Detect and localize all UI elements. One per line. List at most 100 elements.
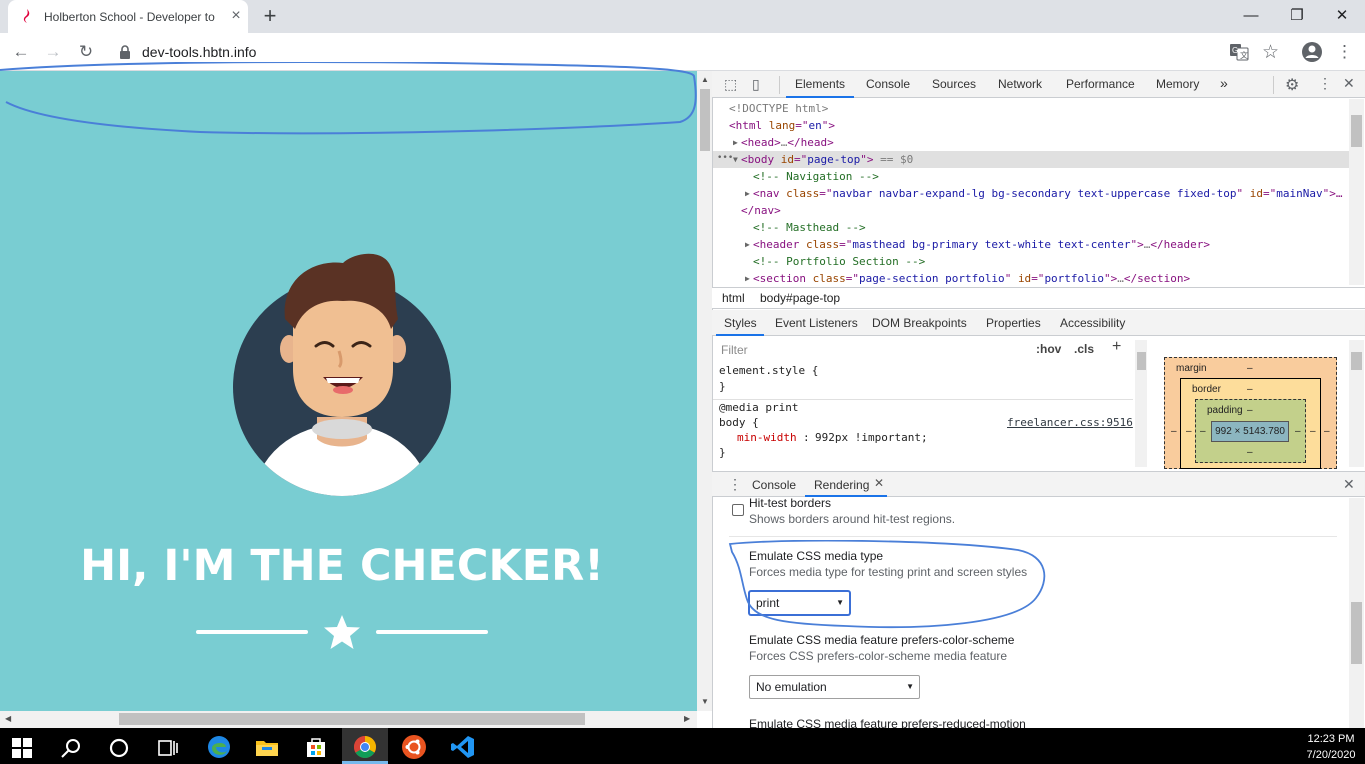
- expand-triangle-icon[interactable]: ▶: [733, 138, 738, 147]
- breadcrumb-body[interactable]: body#page-top: [760, 291, 840, 305]
- close-devtools-icon[interactable]: ✕: [1343, 75, 1355, 92]
- bookmark-star-icon[interactable]: ☆: [1262, 41, 1279, 64]
- restore-icon[interactable]: ❐: [1274, 0, 1320, 33]
- reload-icon[interactable]: ↻: [74, 40, 98, 64]
- file-explorer-icon[interactable]: [254, 734, 280, 760]
- tree-line-html[interactable]: <html lang="en">: [713, 117, 1349, 134]
- tab-console[interactable]: Console: [866, 77, 910, 91]
- padding-bottom-value[interactable]: –: [1247, 447, 1253, 458]
- cls-toggle[interactable]: .cls: [1074, 342, 1094, 356]
- microsoft-store-icon[interactable]: [303, 734, 329, 760]
- tree-line-nav-close[interactable]: </nav>: [713, 202, 1349, 219]
- lock-icon[interactable]: [119, 45, 131, 59]
- window-close-icon[interactable]: ✕: [1319, 0, 1365, 33]
- more-tabs-icon[interactable]: »: [1220, 75, 1228, 91]
- tree-line-body-selected[interactable]: <body id="page-top"> == $0: [713, 151, 1349, 168]
- chrome-icon[interactable]: [352, 734, 378, 760]
- styles-filter-input[interactable]: [717, 340, 1024, 360]
- new-tab-icon[interactable]: +: [258, 4, 282, 28]
- margin-right-value[interactable]: –: [1324, 426, 1330, 437]
- minimize-icon[interactable]: —: [1228, 0, 1274, 33]
- drawer-tab-rendering[interactable]: Rendering: [814, 478, 869, 492]
- tab-sources[interactable]: Sources: [932, 77, 976, 91]
- ellipsis-icon[interactable]: •••: [717, 153, 733, 163]
- cortana-icon[interactable]: [108, 737, 130, 759]
- ubuntu-icon[interactable]: [401, 734, 427, 760]
- rendering-scroll-thumb[interactable]: [1351, 602, 1362, 664]
- edge-browser-icon[interactable]: [206, 734, 232, 760]
- tree-line-section[interactable]: <section class="page-section portfolio" …: [713, 270, 1349, 285]
- new-style-rule-button[interactable]: +: [1112, 338, 1121, 356]
- device-toolbar-icon[interactable]: ▯: [752, 76, 760, 93]
- padding-right-value[interactable]: –: [1295, 426, 1301, 437]
- tab-styles[interactable]: Styles: [724, 316, 757, 330]
- back-arrow-icon[interactable]: ←: [9, 40, 33, 64]
- margin-top-value[interactable]: –: [1247, 363, 1253, 374]
- page-horizontal-scroll-thumb[interactable]: [119, 713, 585, 725]
- tab-close-icon[interactable]: ×: [228, 8, 244, 24]
- task-view-icon[interactable]: [157, 737, 179, 759]
- forward-arrow-icon[interactable]: →: [41, 40, 65, 64]
- taskbar-clock-date[interactable]: 7/20/2020: [1300, 749, 1362, 761]
- tab-dom-breakpoints[interactable]: DOM Breakpoints: [872, 316, 967, 330]
- element-style-selector[interactable]: element.style {: [719, 364, 818, 378]
- padding-left-value[interactable]: –: [1200, 426, 1206, 437]
- tree-line-doctype[interactable]: <!DOCTYPE html>: [713, 100, 1349, 117]
- scroll-right-icon[interactable]: ▶: [684, 714, 690, 723]
- tree-line-header[interactable]: <header class="masthead bg-primary text-…: [713, 236, 1349, 253]
- tab-elements[interactable]: Elements: [795, 77, 845, 91]
- css-property-value[interactable]: 992px !important;: [815, 431, 928, 445]
- color-scheme-select[interactable]: No emulation ▼: [749, 675, 920, 699]
- search-icon[interactable]: [60, 737, 82, 759]
- collapse-triangle-icon[interactable]: ▼: [733, 155, 738, 164]
- breadcrumb-html[interactable]: html: [722, 291, 745, 305]
- tree-line-comment[interactable]: <!-- Navigation -->: [713, 168, 1349, 185]
- tree-line-head[interactable]: <head>…</head>: [713, 134, 1349, 151]
- windows-start-icon[interactable]: [12, 738, 32, 758]
- hov-toggle[interactable]: :hov: [1036, 342, 1061, 356]
- tab-memory[interactable]: Memory: [1156, 77, 1199, 91]
- devtools-menu-icon[interactable]: ⋮: [1318, 75, 1332, 92]
- chrome-menu-icon[interactable]: ⋮: [1336, 41, 1353, 63]
- drawer-menu-icon[interactable]: ⋮: [728, 476, 742, 493]
- tree-line-comment[interactable]: <!-- Portfolio Section -->: [713, 253, 1349, 270]
- margin-left-value[interactable]: –: [1171, 426, 1177, 437]
- border-left-value[interactable]: –: [1186, 426, 1192, 437]
- rule-selector[interactable]: body {: [719, 416, 759, 430]
- translate-icon[interactable]: G 文: [1229, 43, 1249, 61]
- styles-scroll-thumb[interactable]: [1137, 352, 1146, 370]
- tab-properties[interactable]: Properties: [986, 316, 1041, 330]
- tree-line-nav[interactable]: <nav class="navbar navbar-expand-lg bg-s…: [713, 185, 1349, 202]
- address-bar-url[interactable]: dev-tools.hbtn.info: [142, 44, 256, 60]
- page-vertical-scrollbar[interactable]: ▲ ▼: [697, 71, 712, 711]
- vscode-icon[interactable]: [450, 734, 476, 760]
- inspect-element-icon[interactable]: ⬚: [724, 76, 737, 93]
- box-model-content-size[interactable]: 992 × 5143.780: [1211, 421, 1289, 442]
- page-vertical-scroll-thumb[interactable]: [700, 89, 710, 151]
- close-rendering-tab-icon[interactable]: ✕: [874, 476, 884, 490]
- scroll-up-icon[interactable]: ▲: [701, 75, 709, 84]
- elements-scroll-thumb[interactable]: [1351, 115, 1362, 147]
- close-drawer-icon[interactable]: ✕: [1343, 476, 1355, 493]
- hit-test-checkbox[interactable]: [732, 504, 744, 516]
- media-type-select[interactable]: print ▼: [749, 591, 850, 615]
- box-model-scroll-thumb[interactable]: [1351, 352, 1362, 370]
- account-icon[interactable]: [1301, 41, 1323, 63]
- expand-triangle-icon[interactable]: ▶: [745, 240, 750, 249]
- border-top-value[interactable]: –: [1247, 384, 1253, 395]
- browser-tab[interactable]: Holberton School - Developer to ×: [8, 0, 248, 33]
- css-property-name[interactable]: min-width: [737, 431, 797, 445]
- padding-top-value[interactable]: –: [1247, 405, 1253, 416]
- drawer-tab-console[interactable]: Console: [752, 478, 796, 492]
- tree-line-comment[interactable]: <!-- Masthead -->: [713, 219, 1349, 236]
- tab-network[interactable]: Network: [998, 77, 1042, 91]
- border-right-value[interactable]: –: [1310, 426, 1316, 437]
- expand-triangle-icon[interactable]: ▶: [745, 189, 750, 198]
- tab-event-listeners[interactable]: Event Listeners: [775, 316, 858, 330]
- tab-accessibility[interactable]: Accessibility: [1060, 316, 1125, 330]
- taskbar-clock-time[interactable]: 12:23 PM: [1300, 733, 1362, 745]
- scroll-left-icon[interactable]: ◀: [5, 714, 11, 723]
- scroll-down-icon[interactable]: ▼: [701, 697, 709, 706]
- rule-source-link[interactable]: freelancer.css:9516: [1007, 416, 1133, 430]
- settings-gear-icon[interactable]: ⚙: [1285, 75, 1299, 95]
